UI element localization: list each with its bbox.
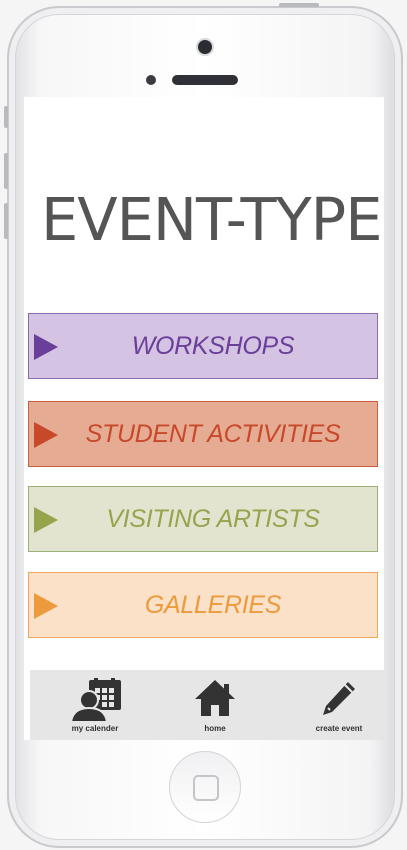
earpiece-speaker: [172, 75, 238, 85]
home-icon: [195, 680, 235, 716]
volume-up-button: [4, 153, 8, 189]
play-arrow-icon: [34, 507, 58, 533]
play-arrow-icon: [34, 334, 58, 360]
pencil-icon: [323, 682, 355, 715]
play-arrow-icon: [34, 422, 58, 448]
front-camera: [198, 40, 212, 54]
home-hardware-button[interactable]: [169, 751, 241, 823]
nav-create-event[interactable]: create event: [304, 670, 374, 740]
play-arrow-icon: [34, 593, 58, 619]
nav-label: home: [204, 724, 226, 733]
event-type-student-activities-button[interactable]: STUDENT ACTIVITIES: [28, 401, 378, 467]
event-type-workshops-button[interactable]: WORKSHOPS: [28, 313, 378, 379]
nav-my-calender[interactable]: my calender: [60, 670, 130, 740]
bottom-nav-bar: my calender home create event: [30, 670, 384, 740]
event-type-label: WORKSHOPS: [131, 331, 295, 360]
event-type-visiting-artists-button[interactable]: VISITING ARTISTS: [28, 486, 378, 552]
event-type-label: VISITING ARTISTS: [106, 504, 320, 533]
event-type-galleries-button[interactable]: GALLERIES: [28, 572, 378, 638]
nav-label: create event: [315, 724, 363, 733]
nav-label: my calender: [71, 724, 119, 733]
mute-switch: [4, 106, 8, 128]
page-title: EVENT-TYPE: [41, 185, 383, 254]
volume-down-button: [4, 203, 8, 239]
calendar-person-icon: [69, 678, 121, 722]
app-screen: EVENT-TYPE WORKSHOPS STUDENT ACTIVITIES …: [24, 97, 384, 740]
proximity-sensor: [146, 75, 156, 85]
power-button: [279, 3, 319, 7]
event-type-label: GALLERIES: [144, 590, 282, 619]
nav-home[interactable]: home: [185, 670, 245, 740]
event-type-label: STUDENT ACTIVITIES: [85, 419, 341, 448]
